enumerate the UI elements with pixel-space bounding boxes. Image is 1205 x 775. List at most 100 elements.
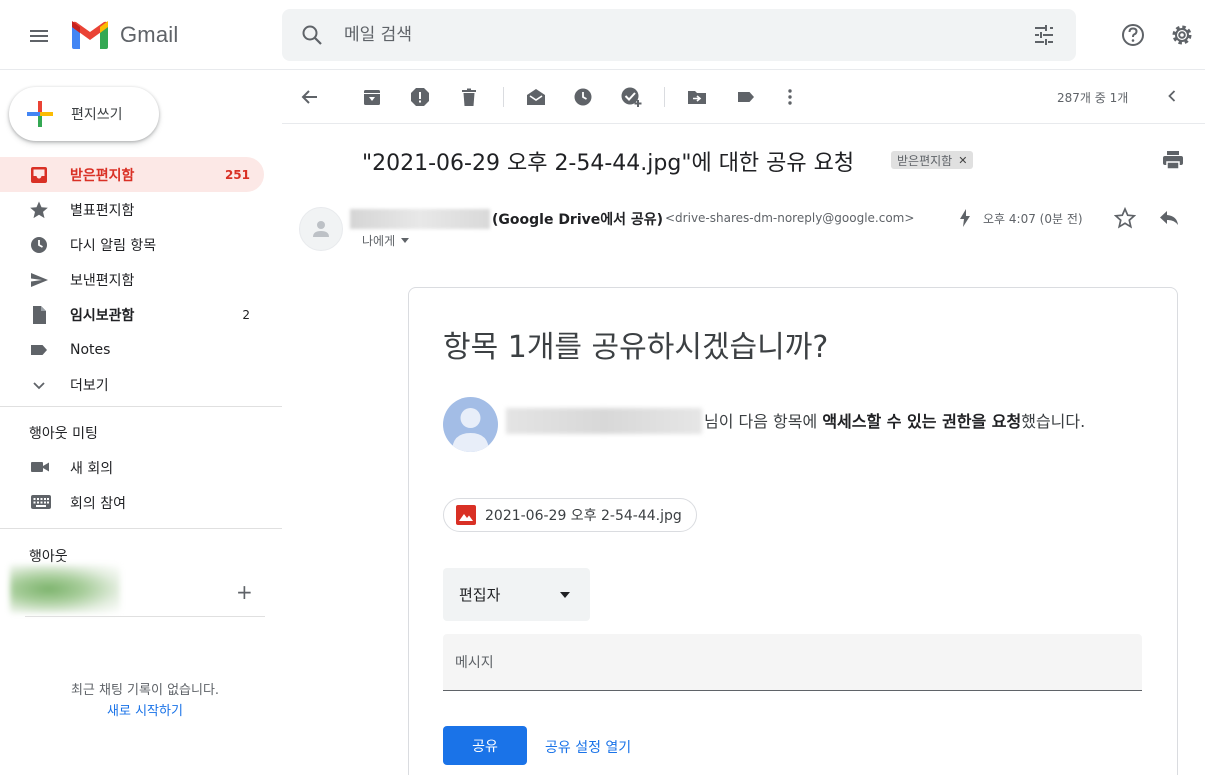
sender-name: (Google Drive에서 공유) xyxy=(492,212,664,228)
trash-icon xyxy=(462,88,476,106)
sidebar-item-label: 별표편지함 xyxy=(70,202,135,219)
sidebar-item-more[interactable]: 더보기 xyxy=(0,367,264,402)
toolbar-separator xyxy=(503,87,504,107)
compose-button[interactable]: 편지쓰기 xyxy=(9,87,159,141)
email-subject: "2021-06-29 오후 2-54-44.jpg"에 대한 공유 요청 xyxy=(362,151,855,176)
message-field-container xyxy=(443,634,1142,691)
sidebar-item-label: 보낸편지함 xyxy=(70,272,135,289)
archive-button[interactable] xyxy=(360,85,384,109)
unread-count: 251 xyxy=(224,167,250,182)
sidebar-item-drafts[interactable]: 임시보관함 2 xyxy=(0,297,264,332)
sender-name-redacted xyxy=(350,209,490,229)
add-to-tasks-button[interactable] xyxy=(619,85,643,109)
compose-label: 편지쓰기 xyxy=(71,107,123,123)
sidebar-divider xyxy=(0,528,282,529)
sidebar-item-label: 더보기 xyxy=(70,377,109,394)
newer-button[interactable] xyxy=(1162,86,1182,110)
keyboard-icon xyxy=(30,492,52,516)
send-icon xyxy=(28,269,50,291)
hangouts-section-title: 행아웃 xyxy=(29,549,68,565)
inbox-icon xyxy=(28,164,50,186)
request-bold: 액세스할 수 있는 권한을 요청 xyxy=(822,412,1022,431)
chevron-left-icon xyxy=(1168,90,1176,102)
role-dropdown[interactable]: 편집자 xyxy=(443,568,590,621)
label-chip-text: 받은편지함 xyxy=(897,153,953,168)
meet-item-label: 회의 참여 xyxy=(70,496,126,512)
reply-icon xyxy=(1160,211,1178,225)
sidebar-item-label: 다시 알림 항목 xyxy=(70,237,157,254)
sidebar-item-snoozed[interactable]: 다시 알림 항목 xyxy=(0,227,264,262)
recipient-details-toggle[interactable]: 나에게 xyxy=(362,232,410,249)
remove-label-icon[interactable]: ✕ xyxy=(958,154,967,167)
sidebar-item-label: 받은편지함 xyxy=(70,167,135,184)
report-icon xyxy=(411,88,429,106)
shared-file-chip[interactable]: 2021-06-29 오후 2-54-44.jpg xyxy=(443,498,697,532)
caret-down-icon xyxy=(401,238,410,243)
sidebar-item-label: Notes xyxy=(70,341,111,358)
sidebar-item-sent[interactable]: 보낸편지함 xyxy=(0,262,264,297)
requester-avatar xyxy=(443,397,498,452)
snooze-button[interactable] xyxy=(571,85,595,109)
gmail-logo[interactable]: Gmail xyxy=(70,20,178,50)
sidebar-item-inbox[interactable]: 받은편지함 251 xyxy=(0,157,264,192)
mark-unread-icon xyxy=(527,89,545,105)
meet-new-meeting[interactable]: 새 회의 xyxy=(0,453,260,483)
draft-count: 2 xyxy=(242,307,250,322)
reply-button[interactable] xyxy=(1158,207,1180,233)
archive-icon xyxy=(364,90,380,105)
label-icon xyxy=(28,339,50,361)
hangouts-divider xyxy=(25,616,265,617)
main-menu-button[interactable] xyxy=(20,17,58,55)
back-button[interactable] xyxy=(298,85,322,109)
move-to-button[interactable] xyxy=(685,85,709,109)
report-spam-button[interactable] xyxy=(408,85,432,109)
sidebar-item-label: 임시보관함 xyxy=(70,307,135,324)
message-time: 오후 4:07 (0분 전) xyxy=(983,212,1083,226)
toolbar-separator xyxy=(664,87,665,107)
mark-unread-button[interactable] xyxy=(524,85,548,109)
move-folder-icon xyxy=(688,91,706,104)
help-button[interactable] xyxy=(1116,18,1150,56)
sidebar-item-starred[interactable]: 별표편지함 xyxy=(0,192,264,227)
inbox-label-chip: 받은편지함 ✕ xyxy=(891,151,974,169)
sender-email: <drive-shares-dm-noreply@google.com> xyxy=(665,211,915,225)
dropdown-arrow-icon xyxy=(560,592,570,598)
sidebar-item-notes[interactable]: Notes xyxy=(0,332,264,367)
search-options-icon[interactable] xyxy=(1032,23,1056,51)
share-button[interactable]: 공유 xyxy=(443,726,527,765)
hangouts-add-icon[interactable]: + xyxy=(236,580,253,604)
settings-button[interactable] xyxy=(1165,18,1199,56)
request-message: 님이 다음 항목에 액세스할 수 있는 권한을 요청했습니다. xyxy=(510,409,1135,435)
label-icon xyxy=(738,92,754,102)
hangouts-user-avatar[interactable] xyxy=(10,565,120,613)
more-options-button[interactable] xyxy=(778,85,802,109)
message-input[interactable] xyxy=(455,650,1115,676)
print-icon xyxy=(1163,151,1183,170)
clock-icon xyxy=(28,234,50,256)
labels-button[interactable] xyxy=(734,85,758,109)
help-icon xyxy=(1122,24,1144,46)
open-sharing-settings-link[interactable]: 공유 설정 열기 xyxy=(545,737,631,757)
clock-icon xyxy=(574,88,592,106)
no-chat-history-text: 최근 채팅 기록이 없습니다. xyxy=(70,683,220,698)
search-input[interactable] xyxy=(344,21,984,49)
print-button[interactable] xyxy=(1161,148,1185,176)
star-icon xyxy=(28,199,50,221)
start-new-chat-link[interactable]: 새로 시작하기 xyxy=(0,700,290,719)
arrow-back-icon xyxy=(301,90,317,104)
search-icon[interactable] xyxy=(300,23,324,51)
draft-icon xyxy=(28,304,50,326)
request-prefix: 님이 다음 항목에 xyxy=(704,412,823,431)
gmail-logo-icon xyxy=(72,21,108,49)
meet-join-meeting[interactable]: 회의 참여 xyxy=(0,488,260,518)
meet-section-title: 행아웃 미팅 xyxy=(29,426,98,442)
person-icon xyxy=(313,221,329,237)
compose-plus-icon xyxy=(25,99,55,129)
gear-icon xyxy=(1172,25,1192,45)
recipient-label: 나에게 xyxy=(362,234,396,248)
sender-avatar[interactable] xyxy=(299,207,343,251)
app-name: Gmail xyxy=(120,22,179,47)
delete-button[interactable] xyxy=(457,85,481,109)
star-outline-icon xyxy=(1113,206,1137,229)
star-button[interactable] xyxy=(1113,206,1137,233)
